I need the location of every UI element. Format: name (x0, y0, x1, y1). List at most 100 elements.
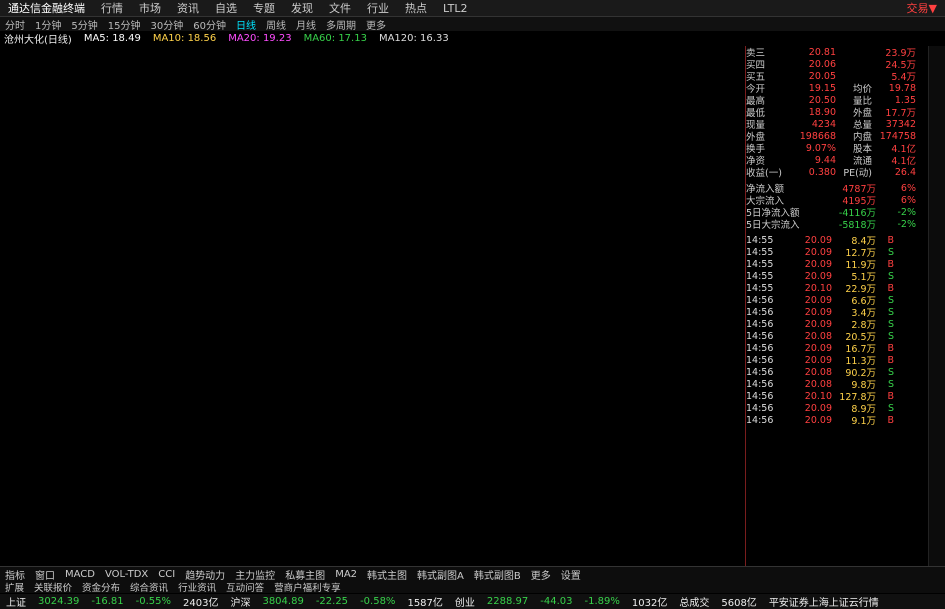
tick-price: 20.09 (804, 354, 832, 366)
status-bar: 上证 3024.39 -16.81 -0.55% 2403亿 沪深 3804.89 -22.2… (0, 594, 945, 609)
tick-time: 14:56 (746, 342, 774, 354)
info-tab[interactable]: 扩展 (0, 580, 29, 594)
status-item: -1.89% (584, 596, 620, 607)
tick-price: 20.08 (804, 378, 832, 390)
menu-item-faxian[interactable]: 发现 (283, 0, 321, 16)
tick-side: S (887, 330, 894, 342)
quote-value-2: 19.78 (888, 82, 916, 94)
status-item: 平安证券上海上证云行情 (768, 598, 879, 609)
status-item: 1032亿 (631, 598, 668, 609)
trade-menu[interactable]: 交易▼ (907, 0, 945, 16)
stock-name: 沧州大化(日线) (4, 35, 72, 46)
period-daily[interactable]: 日线 (231, 17, 261, 32)
tick-side: B (887, 258, 894, 270)
menu-bar: 通达信金融终端 行情 市场 资讯 自选 专题 发现 文件 行业 热点 LTL2 … (0, 0, 945, 17)
tick-side: S (887, 294, 894, 306)
period-fenshi[interactable]: 分时 (0, 17, 30, 32)
info-tab[interactable]: 关联报价 (29, 580, 77, 594)
info-tab[interactable]: 营商户福利专享 (269, 580, 346, 594)
period-15min[interactable]: 15分钟 (103, 17, 146, 32)
menu-item-wenjian[interactable]: 文件 (321, 0, 359, 16)
tick-price: 20.09 (804, 294, 832, 306)
indicator-tab[interactable]: 韩式副图A (412, 567, 469, 582)
quote-value: 18.90 (808, 106, 836, 118)
period-more[interactable]: 更多 (361, 17, 391, 32)
tick-time: 14:56 (746, 390, 774, 402)
quote-value-2: 37342 (885, 118, 916, 130)
quote-value: 9.44 (814, 154, 836, 166)
flow-pct: 6% (900, 194, 916, 206)
status-item: 创业 (454, 598, 475, 609)
tick-price: 20.09 (804, 318, 832, 330)
tick-time: 14:56 (746, 306, 774, 318)
tick-time: 14:56 (746, 378, 774, 390)
tick-price: 20.10 (804, 390, 832, 402)
tick-list[interactable]: 14:55 20.09 8.4万 B 14:55 20.09 12.7万 S 14:55 20.0… (746, 234, 926, 428)
indicator-tabs: 指标 窗口 MACD VOL-TDX CCI 趋势动力 主力监控 私募主图 MA2 韩式主图 韩式副… (0, 566, 945, 582)
status-item: 3024.39 (38, 596, 80, 607)
tick-side: B (887, 342, 894, 354)
tick-side: B (887, 390, 894, 402)
tick-side: S (887, 366, 894, 378)
period-5min[interactable]: 5分钟 (66, 17, 102, 32)
menu-item-ltl2[interactable]: LTL2 (435, 2, 475, 15)
period-multi[interactable]: 多周期 (321, 17, 361, 32)
quote-value-2: 17.7万 (885, 108, 916, 119)
menu-item-zixun[interactable]: 资讯 (169, 0, 207, 16)
tick-time: 14:56 (746, 294, 774, 306)
indicator-tab[interactable]: CCI (153, 569, 180, 580)
quote-value-2: 1.35 (894, 94, 916, 106)
status-item: 1587亿 (407, 598, 443, 609)
indicator-tab[interactable]: 韩式副图B (469, 567, 526, 582)
period-60min[interactable]: 60分钟 (188, 17, 231, 32)
menu-item-zixuan[interactable]: 自选 (207, 0, 245, 16)
info-tab[interactable]: 综合资讯 (125, 580, 173, 594)
ma20-label: MA20: 19.23 (228, 33, 292, 44)
menu-item-shichang[interactable]: 市场 (131, 0, 169, 16)
tick-price: 20.10 (804, 282, 832, 294)
indicator-tab[interactable]: MACD (60, 569, 100, 580)
ma5-label: MA5: 18.49 (83, 33, 141, 44)
status-item: -16.81 (91, 596, 124, 607)
flow-pct: -2% (897, 206, 917, 218)
flow-pct: 6% (900, 182, 916, 194)
tick-volume: 9.1万 (851, 416, 876, 427)
menu-item-hangye[interactable]: 行业 (359, 0, 397, 16)
indicator-tab[interactable]: MA2 (330, 569, 362, 580)
flow-value: -5818万 (838, 220, 876, 231)
info-tab[interactable]: 行业资讯 (173, 580, 221, 594)
indicator-tab[interactable]: 韩式主图 (362, 567, 412, 582)
quote-value: 9.07% (805, 142, 836, 154)
tick-side: B (887, 234, 894, 246)
menu-item-hangqing[interactable]: 行情 (93, 0, 131, 16)
tick-price: 20.09 (804, 270, 832, 282)
ma-legend: 沧州大化(日线) MA5: 18.49 MA10: 18.56 MA20: 19… (0, 32, 455, 46)
menu-item-zhuanti[interactable]: 专题 (245, 0, 283, 16)
quote-value: 20.50 (808, 94, 836, 106)
info-tab[interactable]: 资金分布 (77, 580, 125, 594)
tick-side: S (887, 378, 894, 390)
quote-value-2: 5.4万 (891, 72, 916, 83)
info-tabs: 扩展 关联报价 资金分布 综合资讯 行业资讯 互动问答 营商户福利专享 (0, 580, 945, 594)
period-1min[interactable]: 1分钟 (30, 17, 66, 32)
indicator-tab[interactable]: 设置 (556, 567, 586, 582)
quote-row: 收益(一) 0.380 PE(动) 26.4 (746, 166, 926, 180)
indicator-tab[interactable]: 更多 (526, 567, 556, 582)
tick-time: 14:56 (746, 354, 774, 366)
period-30min[interactable]: 30分钟 (145, 17, 188, 32)
status-item: 上证 (6, 598, 26, 609)
chart-area[interactable] (0, 46, 746, 566)
menu-item-redian[interactable]: 热点 (397, 0, 435, 16)
tick-price: 20.09 (804, 246, 832, 258)
tick-price: 20.09 (804, 306, 832, 318)
period-weekly[interactable]: 周线 (261, 17, 291, 32)
status-item: 3804.89 (262, 596, 304, 607)
info-tab[interactable]: 互动问答 (221, 580, 269, 594)
tick-time: 14:55 (746, 258, 774, 270)
period-monthly[interactable]: 月线 (291, 17, 321, 32)
status-item: 总成交 (679, 598, 710, 609)
tick-time: 14:56 (746, 318, 774, 330)
status-item: 沪深 (230, 598, 251, 609)
ma120-label: MA120: 16.33 (378, 33, 449, 44)
indicator-tab[interactable]: VOL-TDX (100, 569, 153, 580)
